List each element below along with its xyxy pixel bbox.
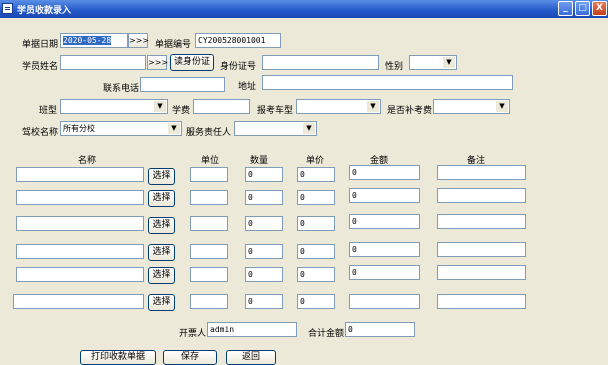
title-bar: 学员收款录入 _ □ X (0, 0, 608, 18)
note-field[interactable] (437, 165, 526, 180)
unit-field[interactable] (190, 267, 228, 282)
print-receipt-button[interactable]: 打印收款单据 (80, 350, 156, 365)
back-button[interactable]: 返回 (226, 350, 276, 365)
class-type-select[interactable]: ▼ (60, 99, 168, 114)
qty-field[interactable]: 0 (245, 167, 283, 182)
chevron-down-icon: ▼ (168, 123, 180, 134)
student-name-field[interactable] (60, 55, 146, 70)
price-field[interactable]: 0 (297, 294, 335, 309)
date-picker-button[interactable]: >>> (128, 33, 149, 48)
service-staff-label: 服务责任人 (186, 128, 232, 138)
qty-field[interactable]: 0 (245, 267, 283, 282)
amount-field[interactable]: 0 (349, 165, 420, 180)
unit-field[interactable] (190, 167, 228, 182)
unit-field[interactable] (190, 244, 228, 259)
item-name-field[interactable] (16, 216, 144, 231)
retake-fee-select[interactable]: ▼ (433, 99, 510, 114)
select-item-button[interactable]: 选择 (148, 190, 175, 207)
note-field[interactable] (437, 214, 526, 229)
license-type-select[interactable]: ▼ (296, 99, 381, 114)
window-title: 学员收款录入 (17, 6, 72, 16)
select-item-button[interactable]: 选择 (148, 168, 175, 185)
col-header-unit: 单位 (201, 156, 220, 166)
school-value: 所有分校 (63, 124, 95, 133)
col-header-price: 单价 (306, 156, 325, 166)
school-select[interactable]: 所有分校 ▼ (60, 121, 182, 136)
item-name-field[interactable] (16, 167, 144, 182)
id-number-field[interactable] (262, 55, 379, 70)
item-name-field[interactable] (13, 294, 144, 309)
class-type-label: 班型 (39, 106, 58, 116)
unit-field[interactable] (190, 216, 228, 231)
gender-select[interactable]: ▼ (409, 55, 457, 70)
amount-field[interactable]: 0 (349, 214, 420, 229)
unit-field[interactable] (190, 190, 228, 205)
service-staff-select[interactable]: ▼ (234, 121, 317, 136)
col-header-name: 名称 (78, 156, 97, 166)
item-name-field[interactable] (16, 190, 144, 205)
price-field[interactable]: 0 (297, 167, 335, 182)
chevron-down-icon: ▼ (303, 123, 315, 134)
doc-no-field[interactable]: CY200528001001 (195, 33, 281, 48)
price-field[interactable]: 0 (297, 216, 335, 231)
gender-label: 性别 (385, 62, 404, 72)
address-field[interactable] (262, 75, 513, 90)
select-item-button[interactable]: 选择 (148, 267, 175, 284)
amount-field[interactable]: 0 (349, 242, 420, 257)
amount-field[interactable]: 0 (349, 188, 420, 203)
license-type-label: 报考车型 (257, 106, 294, 116)
total-amount-label: 合计金额 (308, 329, 345, 339)
chevron-down-icon: ▼ (496, 101, 508, 112)
chevron-down-icon: ▼ (154, 101, 166, 112)
issuer-label: 开票人 (179, 329, 207, 339)
school-label: 驾校名称 (22, 128, 59, 138)
read-id-card-button[interactable]: 读身份证 (170, 54, 214, 71)
price-field[interactable]: 0 (297, 267, 335, 282)
amount-field[interactable] (349, 294, 420, 309)
total-amount-field[interactable]: 0 (345, 322, 415, 337)
price-field[interactable]: 0 (297, 190, 335, 205)
note-field[interactable] (437, 242, 526, 257)
phone-field[interactable] (140, 77, 225, 92)
close-button[interactable]: X (592, 1, 607, 16)
qty-field[interactable]: 0 (245, 216, 283, 231)
student-pick-button[interactable]: >>> (147, 55, 168, 70)
app-icon (2, 3, 13, 14)
note-field[interactable] (437, 294, 526, 309)
id-number-label: 身份证号 (220, 62, 257, 72)
maximize-button[interactable]: □ (575, 1, 590, 16)
date-label: 单据日期 (22, 40, 59, 50)
note-field[interactable] (437, 265, 526, 280)
student-name-label: 学员姓名 (22, 62, 59, 72)
select-item-button[interactable]: 选择 (148, 244, 175, 261)
date-value: 2020-05-28 (63, 36, 112, 45)
save-button[interactable]: 保存 (163, 350, 217, 365)
chevron-down-icon: ▼ (367, 101, 379, 112)
phone-label: 联系电话 (103, 84, 140, 94)
qty-field[interactable]: 0 (245, 244, 283, 259)
date-field[interactable]: 2020-05-28 (60, 33, 128, 48)
minimize-button[interactable]: _ (558, 1, 573, 16)
qty-field[interactable]: 0 (245, 294, 283, 309)
address-label: 地址 (238, 82, 257, 92)
doc-no-label: 单据编号 (155, 40, 192, 50)
col-header-qty: 数量 (250, 156, 269, 166)
issuer-field[interactable]: admin (207, 322, 297, 337)
unit-field[interactable] (190, 294, 228, 309)
tuition-label: 学费 (172, 106, 191, 116)
amount-field[interactable]: 0 (349, 265, 420, 280)
select-item-button[interactable]: 选择 (148, 217, 175, 234)
item-name-field[interactable] (16, 267, 144, 282)
retake-fee-label: 是否补考费 (387, 106, 433, 116)
chevron-down-icon: ▼ (443, 57, 455, 68)
tuition-field[interactable] (193, 99, 250, 114)
item-name-field[interactable] (16, 244, 144, 259)
qty-field[interactable]: 0 (245, 190, 283, 205)
select-item-button[interactable]: 选择 (148, 294, 175, 311)
note-field[interactable] (437, 188, 526, 203)
price-field[interactable]: 0 (297, 244, 335, 259)
